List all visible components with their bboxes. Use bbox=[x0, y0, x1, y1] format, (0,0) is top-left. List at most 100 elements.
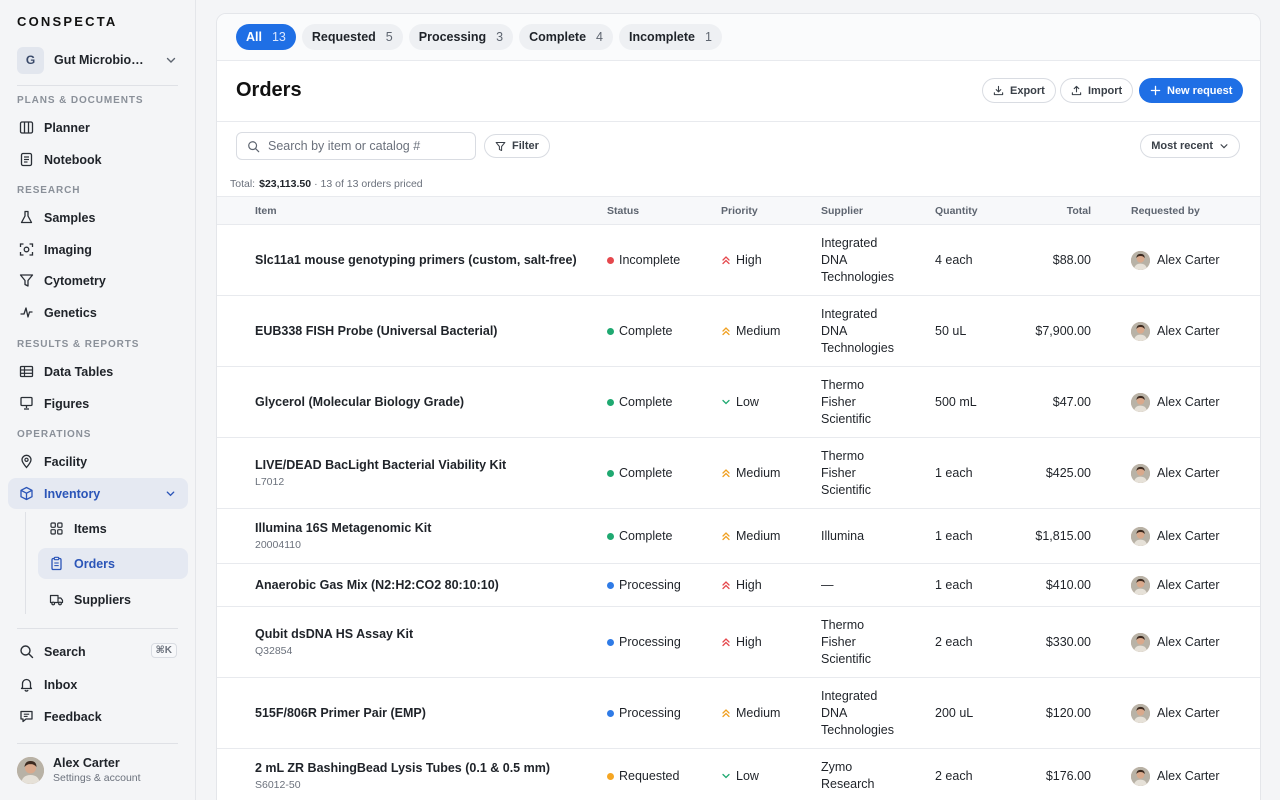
sidebar-item-inventory[interactable]: Inventory bbox=[8, 478, 188, 509]
divider bbox=[17, 743, 178, 744]
tab-requested[interactable]: Requested 5 bbox=[301, 24, 403, 50]
priority-label: Low bbox=[736, 769, 759, 783]
cell-supplier: — bbox=[821, 563, 935, 607]
cell-supplier: Integrated DNA Technologies bbox=[821, 677, 935, 749]
item-name[interactable]: Slc11a1 mouse genotyping primers (custom… bbox=[255, 253, 607, 267]
cell-priority: High bbox=[721, 224, 821, 296]
sidebar-item-label: Feedback bbox=[44, 709, 102, 724]
section-label: PLANS & DOCUMENTS bbox=[17, 95, 144, 106]
sidebar-item-notebook[interactable]: Notebook bbox=[8, 144, 188, 175]
cell-total: $88.00 bbox=[1015, 224, 1091, 296]
tab-processing[interactable]: Processing 3 bbox=[408, 24, 514, 50]
table-row[interactable]: Illumina 16S Metagenomic Kit 20004110 Comp… bbox=[217, 508, 1260, 564]
item-name[interactable]: Anaerobic Gas Mix (N2:H2:CO2 80:10:10) bbox=[255, 578, 607, 592]
avatar bbox=[1131, 575, 1150, 595]
cell-item: Illumina 16S Metagenomic Kit 20004110 bbox=[217, 508, 607, 564]
cell-supplier: Thermo Fisher Scientific bbox=[821, 606, 935, 678]
avatar bbox=[1131, 632, 1150, 652]
cell-status: Incomplete bbox=[607, 224, 721, 296]
table-row[interactable]: Qubit dsDNA HS Assay Kit Q32854 Processing… bbox=[217, 606, 1260, 678]
cell-total: $1,815.00 bbox=[1015, 508, 1091, 564]
sidebar-item-data-tables[interactable]: Data Tables bbox=[8, 356, 188, 387]
column-header-item[interactable]: Item bbox=[217, 196, 607, 225]
sidebar-item-suppliers[interactable]: Suppliers bbox=[38, 584, 188, 615]
item-name[interactable]: 515F/806R Primer Pair (EMP) bbox=[255, 706, 607, 720]
priority-label: Medium bbox=[736, 324, 781, 338]
table-row[interactable]: Glycerol (Molecular Biology Grade) Comple… bbox=[217, 366, 1260, 438]
tab-incomplete[interactable]: Incomplete 1 bbox=[619, 24, 722, 50]
column-header-total[interactable]: Total bbox=[1015, 196, 1091, 225]
search-input[interactable] bbox=[268, 139, 458, 153]
sidebar-item-inbox[interactable]: Inbox bbox=[8, 669, 188, 700]
quantity-value: 200 uL bbox=[935, 706, 974, 720]
avatar bbox=[17, 756, 44, 784]
status-label: Incomplete bbox=[619, 253, 681, 267]
sidebar-item-genetics[interactable]: Genetics bbox=[8, 297, 188, 328]
import-button[interactable]: Import bbox=[1060, 78, 1134, 103]
quantity-value: 500 mL bbox=[935, 395, 977, 409]
tab-complete[interactable]: Complete 4 bbox=[519, 24, 613, 50]
tree-line bbox=[25, 512, 26, 614]
table-row[interactable]: Slc11a1 mouse genotyping primers (custom… bbox=[217, 224, 1260, 296]
export-button[interactable]: Export bbox=[982, 78, 1056, 103]
sidebar-item-imaging[interactable]: Imaging bbox=[8, 234, 188, 265]
priority-label: Medium bbox=[736, 706, 781, 720]
column-header-requested-by[interactable]: Requested by bbox=[1091, 196, 1260, 225]
sidebar-item-label: Orders bbox=[74, 556, 115, 571]
column-header-quantity[interactable]: Quantity bbox=[935, 196, 1015, 225]
item-name[interactable]: 2 mL ZR BashingBead Lysis Tubes (0.1 & 0… bbox=[255, 761, 607, 775]
sidebar-item-figures[interactable]: Figures bbox=[8, 388, 188, 419]
supplier-name: Thermo Fisher Scientific bbox=[821, 448, 872, 497]
new-request-button[interactable]: New request bbox=[1139, 78, 1244, 103]
cell-total: $120.00 bbox=[1015, 677, 1091, 749]
cell-quantity: 50 uL bbox=[935, 295, 1015, 367]
sidebar-item-items[interactable]: Items bbox=[38, 513, 188, 544]
status-dot bbox=[607, 772, 614, 780]
tab-count: 1 bbox=[705, 30, 712, 44]
column-header-supplier[interactable]: Supplier bbox=[821, 196, 935, 225]
sidebar-item-feedback[interactable]: Feedback bbox=[8, 701, 188, 732]
status-label: Complete bbox=[619, 529, 673, 543]
table-row[interactable]: 2 mL ZR BashingBead Lysis Tubes (0.1 & 0… bbox=[217, 748, 1260, 800]
item-name[interactable]: LIVE/DEAD BacLight Bacterial Viability K… bbox=[255, 458, 607, 472]
cell-quantity: 500 mL bbox=[935, 366, 1015, 438]
total-value: $88.00 bbox=[1052, 253, 1091, 267]
sidebar-item-facility[interactable]: Facility bbox=[8, 446, 188, 477]
total-value: $330.00 bbox=[1045, 635, 1091, 649]
avatar bbox=[1131, 526, 1150, 546]
sidebar-item-search[interactable]: Search ⌘K bbox=[8, 636, 188, 667]
cell-requested-by: Alex Carter bbox=[1091, 563, 1260, 607]
sidebar-item-samples[interactable]: Samples bbox=[8, 202, 188, 233]
total-value: $1,815.00 bbox=[1035, 529, 1091, 543]
supplier-name: Thermo Fisher Scientific bbox=[821, 617, 872, 666]
status-dot bbox=[607, 709, 614, 717]
account-menu[interactable]: Alex Carter Settings & account bbox=[17, 756, 141, 784]
item-name[interactable]: Qubit dsDNA HS Assay Kit bbox=[255, 627, 607, 641]
table-row[interactable]: 515F/806R Primer Pair (EMP) Processing Med… bbox=[217, 677, 1260, 749]
requester-name: Alex Carter bbox=[1157, 635, 1220, 649]
upload-icon bbox=[1071, 85, 1082, 96]
priority-label: Medium bbox=[736, 529, 781, 543]
search-box[interactable] bbox=[236, 132, 476, 160]
column-header-priority[interactable]: Priority bbox=[721, 196, 821, 225]
sidebar-item-cytometry[interactable]: Cytometry bbox=[8, 265, 188, 296]
cell-status: Processing bbox=[607, 677, 721, 749]
table-row[interactable]: LIVE/DEAD BacLight Bacterial Viability K… bbox=[217, 437, 1260, 509]
sort-label: Most recent bbox=[1151, 140, 1213, 152]
filter-button[interactable]: Filter bbox=[484, 134, 550, 158]
cell-supplier: Integrated DNA Technologies bbox=[821, 295, 935, 367]
sort-dropdown[interactable]: Most recent bbox=[1140, 134, 1240, 158]
item-name[interactable]: EUB338 FISH Probe (Universal Bacterial) bbox=[255, 324, 607, 338]
item-name[interactable]: Illumina 16S Metagenomic Kit bbox=[255, 521, 607, 535]
workspace-switcher[interactable]: G Gut Microbiome Study bbox=[17, 46, 187, 74]
item-name[interactable]: Glycerol (Molecular Biology Grade) bbox=[255, 395, 607, 409]
table-row[interactable]: Anaerobic Gas Mix (N2:H2:CO2 80:10:10) Pr… bbox=[217, 563, 1260, 607]
requester-name: Alex Carter bbox=[1157, 253, 1220, 267]
sidebar-item-planner[interactable]: Planner bbox=[8, 112, 188, 143]
table-row[interactable]: EUB338 FISH Probe (Universal Bacterial) C… bbox=[217, 295, 1260, 367]
sidebar-item-orders[interactable]: Orders bbox=[38, 548, 188, 579]
tab-all[interactable]: All 13 bbox=[236, 24, 296, 50]
quantity-value: 50 uL bbox=[935, 324, 967, 338]
column-header-status[interactable]: Status bbox=[607, 196, 721, 225]
columns-icon bbox=[18, 119, 35, 136]
